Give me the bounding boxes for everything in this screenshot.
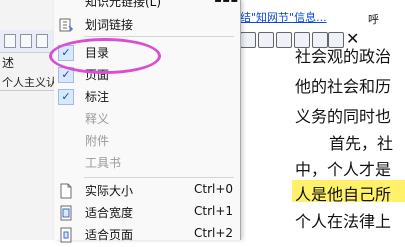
document-view: 结"知网节"信息... 呼 ✕ 社会观的政治 他的社会和历 义务的同时也 首先，…	[240, 0, 405, 240]
menu-item-attachment[interactable]: 附件	[54, 130, 240, 152]
menu-item-label: 释义	[85, 112, 110, 126]
left-panel-tab-label[interactable]: 述	[2, 54, 14, 71]
document-title-tail: 呼	[368, 13, 379, 26]
knowledge-network-link[interactable]: 结"知网节"信息...	[240, 9, 327, 25]
menu-shortcut: Ctrl+1	[194, 204, 234, 218]
word-link-icon	[58, 17, 74, 33]
doc-line: 中，个人才是	[295, 160, 392, 179]
menu-item-fit-width[interactable]: 适合宽度 Ctrl+1	[54, 202, 240, 224]
toolbar-button-2[interactable]	[20, 34, 32, 48]
doc-line: 他的社会和历	[295, 77, 392, 96]
menu-item-word-link[interactable]: 划词链接	[54, 14, 240, 36]
menu-item-label: 工具书	[85, 156, 122, 170]
menu-item-label: 适合宽度	[85, 206, 134, 220]
menu-shortcut: Ctrl+0	[194, 182, 234, 196]
doc-line: 人是他自己所	[295, 185, 392, 204]
left-toolbar	[0, 30, 55, 53]
menu-separator	[84, 177, 234, 178]
outline-item[interactable]: 个人主义认	[2, 74, 57, 90]
page-fit-page-icon	[58, 227, 74, 243]
doc-line: 首先，社	[329, 134, 394, 153]
menu-item-label: 实际大小	[85, 184, 134, 198]
menu-item-label: 知识元链接(L)	[85, 0, 162, 9]
page-actual-size-icon	[58, 183, 74, 199]
menu-shortcut: Ctrl+2	[194, 226, 234, 240]
divider	[0, 90, 55, 91]
menu-shortcut: ▪▪▪	[214, 0, 238, 5]
toolbar-button-3[interactable]	[36, 34, 48, 48]
menu-item-label: 附件	[85, 134, 110, 148]
search-doc-icon[interactable]	[276, 32, 292, 48]
printer-icon[interactable]	[258, 32, 274, 48]
menu-item-label: 适合页面	[85, 228, 134, 242]
annotation-ellipse	[49, 38, 161, 74]
menu-item-definition[interactable]: 释义	[54, 108, 240, 130]
menu-item-actual-size[interactable]: 实际大小 Ctrl+0	[54, 180, 240, 202]
doc-line: 义务的同时也	[295, 107, 392, 126]
check-icon: ✓	[58, 89, 74, 105]
menu-item-label: 标注	[85, 90, 110, 104]
doc-line: 个人在法律上	[295, 212, 392, 231]
page-fit-width-icon	[58, 205, 74, 221]
context-menu: 知识元链接(L) ▪▪▪ 划词链接 ✓ 目录 ✓ 页面 ✓ 标注 释义 附件 工…	[54, 0, 241, 243]
doc-line: 社会观的政治	[295, 47, 392, 66]
document-tool-icon-1[interactable]	[240, 32, 256, 48]
menu-item-annotation[interactable]: ✓ 标注	[54, 86, 240, 108]
menu-separator	[84, 36, 234, 37]
menu-item-knowledge-link[interactable]: 知识元链接(L) ▪▪▪	[54, 0, 240, 13]
menu-item-label: 划词链接	[85, 18, 134, 32]
menu-item-fit-page[interactable]: 适合页面 Ctrl+2	[54, 224, 240, 246]
toolbar-button-1[interactable]	[4, 34, 16, 48]
menu-item-reference-book[interactable]: 工具书	[54, 152, 240, 174]
